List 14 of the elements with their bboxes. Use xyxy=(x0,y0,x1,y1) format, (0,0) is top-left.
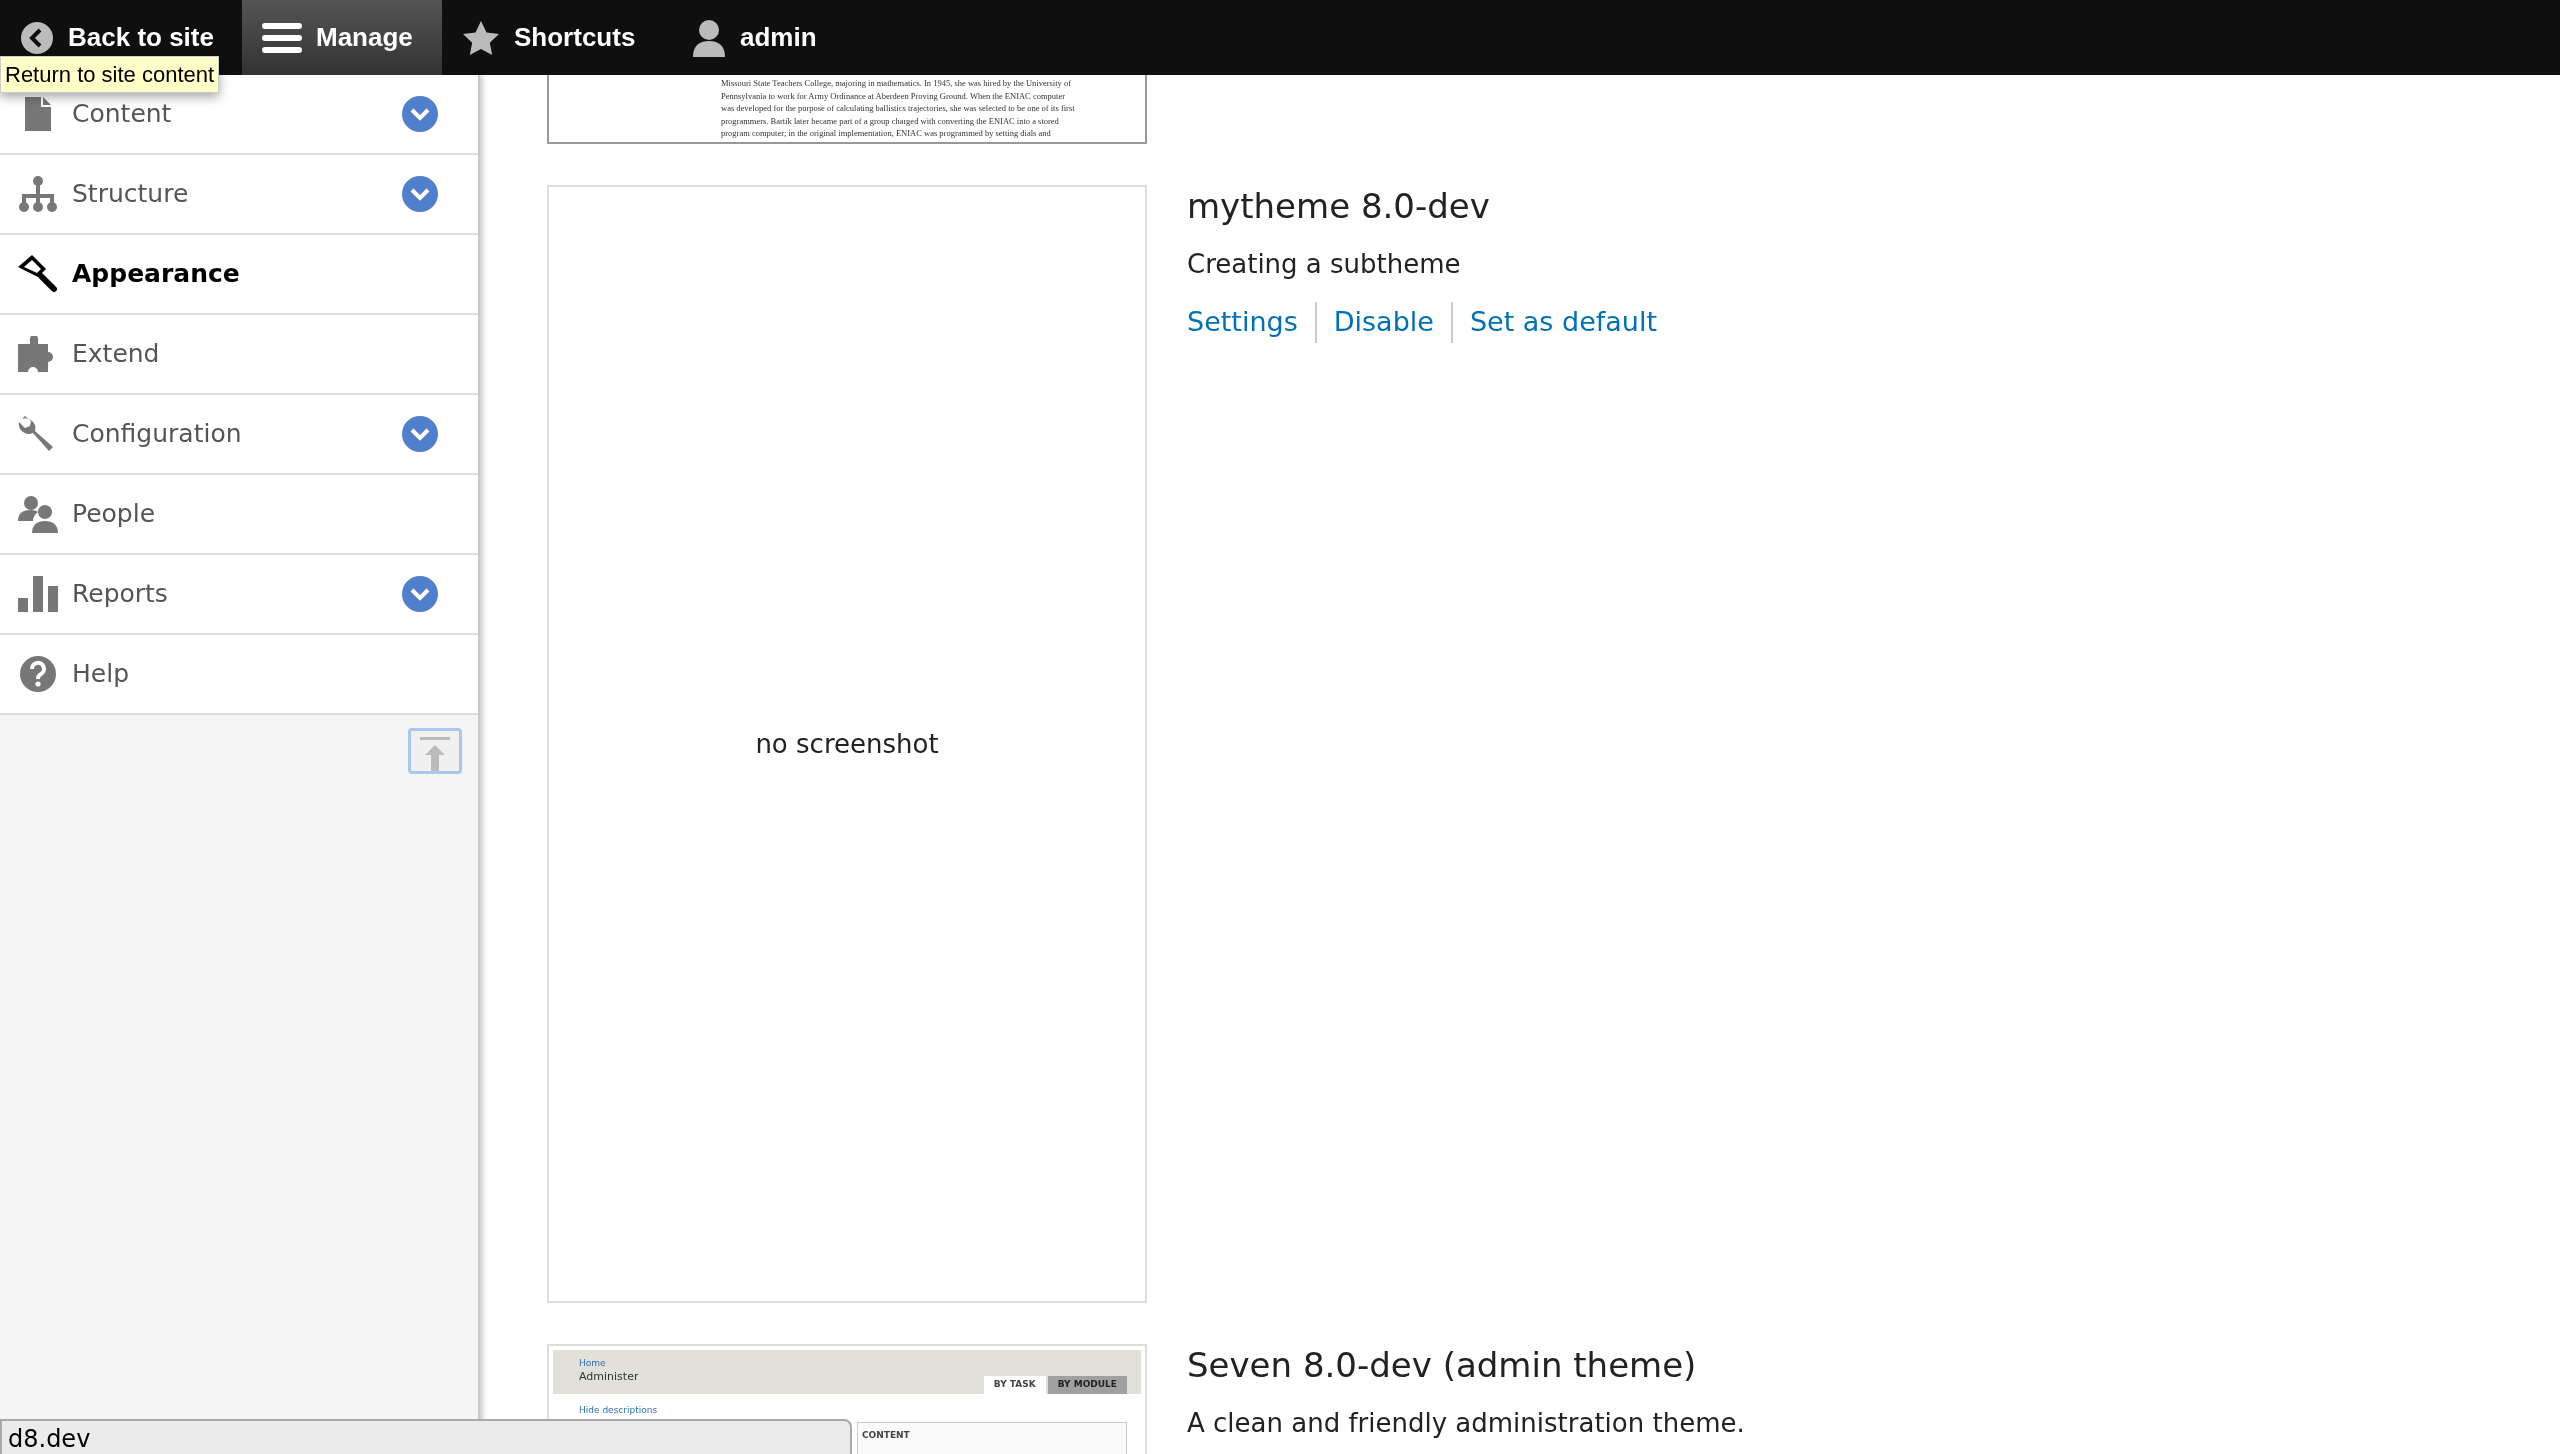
theme-title: mytheme 8.0-dev xyxy=(1187,187,1491,225)
page-heading: Administer xyxy=(579,1369,639,1385)
text-line: Pennsylvania to work for Army Ordinance at Aberdeen Proving Ground. When the ENIAC computer xyxy=(721,89,1065,103)
status-bar: d8.dev xyxy=(0,1419,852,1454)
text-line: Missouri State Teachers College, majoring in mathematics. In 1945, she was hired by the University of xyxy=(721,77,1072,90)
theme-description: Creating a subtheme xyxy=(1187,248,1462,281)
text-line: program computer; in the original implementation, ENIAC was programmed by setting dials and xyxy=(721,127,1051,140)
no-screenshot-label: no screenshot xyxy=(755,727,939,761)
theme-description: A clean and friendly administration theme. xyxy=(1187,1407,1745,1440)
tooltip: Return to site content xyxy=(0,56,220,93)
panel-title: CONTENT xyxy=(862,1428,910,1442)
text-line: programmers. Bartik later became part of a group charged with converting the ENIAC into a stored xyxy=(721,114,1059,128)
theme-title: Seven 8.0-dev (admin theme) xyxy=(1187,1346,1698,1384)
text-line: was developed for the purpose of calculating ballistics trajectories, she was selected to be one of its first xyxy=(721,102,1075,115)
